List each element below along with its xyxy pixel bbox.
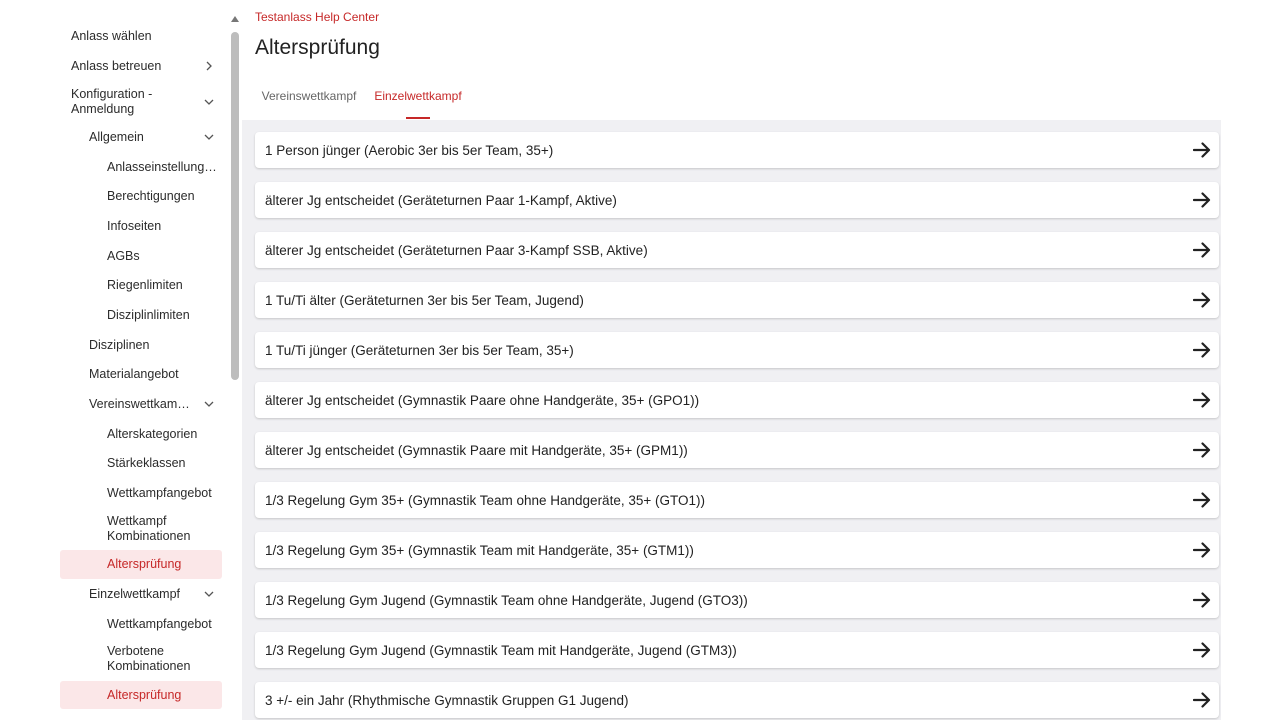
sidebar-item-label: Wettkampfangebot (107, 616, 212, 631)
sidebar-item-label: Einzelwettkampf (89, 586, 181, 601)
sidebar-item-label: Anlass wählen (71, 28, 152, 43)
tab-bar: Vereinswettkampf Einzelwettkampf (242, 80, 1221, 121)
rule-card-label: 1/3 Regelung Gym 35+ (Gymnastik Team ohn… (265, 492, 705, 508)
sidebar-item-label: AGBs (107, 248, 140, 263)
rule-card-label: älterer Jg entscheidet (Geräteturnen Paa… (265, 192, 617, 208)
sidebar-item-wettkampfangebot-einzel[interactable]: Wettkampfangebot (60, 616, 222, 632)
sidebar-item-label: Anlass betreuen (71, 58, 162, 73)
sidebar-item-disziplinlimiten[interactable]: Disziplinlimiten (60, 307, 222, 323)
sidebar-item-agbs[interactable]: AGBs (60, 248, 222, 264)
rule-card[interactable]: 1/3 Regelung Gym 35+ (Gymnastik Team mit… (255, 532, 1219, 568)
arrow-right-icon[interactable] (1193, 191, 1211, 209)
sidebar-item-berechtigungen[interactable]: Berechtigungen (60, 188, 222, 204)
sidebar-nav: Anlass wählen Anlass betreuen Konfigurat… (0, 0, 242, 720)
sidebar-item-allgemein[interactable]: Allgemein (60, 129, 222, 145)
sidebar-item-label: Disziplinlimiten (107, 307, 190, 322)
chevron-down-icon[interactable] (204, 399, 214, 409)
sidebar-item-label: Altersprüfung (107, 557, 182, 571)
sidebar-item-label: Berechtigungen (107, 188, 195, 203)
arrow-right-icon[interactable] (1193, 241, 1211, 259)
arrow-right-icon[interactable] (1193, 141, 1211, 159)
sidebar-item-alterspruefung-einzel[interactable]: Altersprüfung (60, 681, 222, 709)
sidebar-item-verbotene-kombinationen[interactable]: Verbotene Kombinationen (60, 644, 222, 674)
sidebar-item-infoseiten[interactable]: Infoseiten (60, 218, 222, 234)
sidebar-item-wettkampf-kombinationen[interactable]: Wettkampf Kombinationen (60, 514, 222, 544)
sidebar-item-label: Infoseiten (107, 218, 162, 233)
sidebar-item-label: Riegenlimiten (107, 277, 183, 292)
sidebar-item-vereinswettkampf[interactable]: Vereinswettkam… (60, 396, 222, 412)
arrow-right-icon[interactable] (1193, 291, 1211, 309)
page-title: Altersprüfung (255, 36, 380, 59)
sidebar-item-materialangebot[interactable]: Materialangebot (60, 366, 222, 382)
rule-card[interactable]: älterer Jg entscheidet (Gymnastik Paare … (255, 432, 1219, 468)
chevron-right-icon[interactable] (204, 61, 214, 71)
tab-vereinswettkampf[interactable]: Vereinswettkampf (254, 80, 364, 120)
sidebar-item-alterskategorien[interactable]: Alterskategorien (60, 426, 222, 442)
rule-card-label: älterer Jg entscheidet (Geräteturnen Paa… (265, 242, 648, 258)
arrow-right-icon[interactable] (1193, 541, 1211, 559)
arrow-right-icon[interactable] (1193, 691, 1211, 709)
rule-card[interactable]: 1 Person jünger (Aerobic 3er bis 5er Tea… (255, 132, 1219, 168)
sidebar-item-label: Anlasseinstellung… (107, 159, 217, 174)
sidebar-item-label: Konfiguration - Anmeldung (71, 87, 153, 116)
rule-card-label: 1 Tu/Ti älter (Geräteturnen 3er bis 5er … (265, 292, 584, 308)
arrow-right-icon[interactable] (1193, 641, 1211, 659)
rule-card[interactable]: 3 +/- ein Jahr (Rhythmische Gymnastik Gr… (255, 682, 1219, 718)
sidebar-item-label: Allgemein (89, 129, 144, 144)
rule-card-label: 1 Person jünger (Aerobic 3er bis 5er Tea… (265, 142, 554, 158)
arrow-right-icon[interactable] (1193, 441, 1211, 459)
rule-card[interactable]: älterer Jg entscheidet (Gymnastik Paare … (255, 382, 1219, 418)
sidebar-item-label: Stärkeklassen (107, 455, 186, 470)
active-tab-indicator (406, 117, 430, 119)
rule-card[interactable]: 1 Tu/Ti jünger (Geräteturnen 3er bis 5er… (255, 332, 1219, 368)
breadcrumb[interactable]: Testanlass Help Center (255, 10, 379, 24)
rule-card-label: 1/3 Regelung Gym Jugend (Gymnastik Team … (265, 642, 737, 658)
sidebar-item-label: Wettkampfangebot (107, 485, 212, 500)
rule-card-label: 1/3 Regelung Gym Jugend (Gymnastik Team … (265, 592, 748, 608)
rule-list: 1 Person jünger (Aerobic 3er bis 5er Tea… (242, 120, 1221, 720)
rule-card-label: älterer Jg entscheidet (Gymnastik Paare … (265, 392, 700, 408)
sidebar-item-wettkampfangebot[interactable]: Wettkampfangebot (60, 485, 222, 501)
arrow-right-icon[interactable] (1193, 491, 1211, 509)
sidebar-item-konfiguration-anmeldung[interactable]: Konfiguration - Anmeldung (60, 86, 222, 118)
rule-card[interactable]: älterer Jg entscheidet (Geräteturnen Paa… (255, 232, 1219, 268)
sidebar-item-anlass-betreuen[interactable]: Anlass betreuen (60, 58, 222, 74)
chevron-down-icon[interactable] (204, 589, 214, 599)
rule-card[interactable]: 1 Tu/Ti älter (Geräteturnen 3er bis 5er … (255, 282, 1219, 318)
chevron-down-icon[interactable] (204, 132, 214, 142)
sidebar-item-label: Altersprüfung (107, 687, 182, 702)
sidebar-item-label: Wettkampf Kombinationen (107, 514, 191, 543)
sidebar-item-staerkeklassen[interactable]: Stärkeklassen (60, 455, 222, 471)
sidebar-item-anlasseinstellungen[interactable]: Anlasseinstellung… (60, 159, 222, 175)
main-content: Testanlass Help Center Altersprüfung Ver… (242, 0, 1280, 720)
sidebar-item-alterspruefung-verein[interactable]: Altersprüfung (60, 550, 222, 579)
scroll-up-arrow-icon[interactable] (231, 16, 239, 22)
rule-card-label: älterer Jg entscheidet (Gymnastik Paare … (265, 442, 688, 458)
arrow-right-icon[interactable] (1193, 591, 1211, 609)
rule-card[interactable]: älterer Jg entscheidet (Geräteturnen Paa… (255, 182, 1219, 218)
sidebar-item-label: Vereinswettkam… (89, 396, 190, 411)
sidebar-item-einzelwettkampf[interactable]: Einzelwettkampf (60, 586, 222, 602)
sidebar-item-riegenlimiten[interactable]: Riegenlimiten (60, 277, 222, 293)
rule-card[interactable]: 1/3 Regelung Gym 35+ (Gymnastik Team ohn… (255, 482, 1219, 518)
sidebar-item-label: Verbotene Kombinationen (107, 644, 191, 673)
rule-card-label: 3 +/- ein Jahr (Rhythmische Gymnastik Gr… (265, 692, 629, 708)
rule-card-label: 1/3 Regelung Gym 35+ (Gymnastik Team mit… (265, 542, 694, 558)
scrollbar-thumb[interactable] (231, 32, 239, 380)
cut-off-text-fragment (120, 0, 142, 2)
sidebar-item-label: Disziplinen (89, 337, 150, 352)
sidebar-item-disziplinen[interactable]: Disziplinen (60, 337, 222, 353)
rule-card-label: 1 Tu/Ti jünger (Geräteturnen 3er bis 5er… (265, 342, 574, 358)
rule-card[interactable]: 1/3 Regelung Gym Jugend (Gymnastik Team … (255, 582, 1219, 618)
rule-card[interactable]: 1/3 Regelung Gym Jugend (Gymnastik Team … (255, 632, 1219, 668)
chevron-down-icon[interactable] (204, 97, 214, 107)
arrow-right-icon[interactable] (1193, 341, 1211, 359)
sidebar-item-label: Alterskategorien (107, 426, 198, 441)
arrow-right-icon[interactable] (1193, 391, 1211, 409)
sidebar-scrollbar[interactable] (229, 16, 241, 720)
sidebar-item-anlass-waehlen[interactable]: Anlass wählen (60, 28, 222, 44)
tab-einzelwettkampf[interactable]: Einzelwettkampf (366, 80, 470, 120)
sidebar-item-label: Materialangebot (89, 366, 179, 381)
